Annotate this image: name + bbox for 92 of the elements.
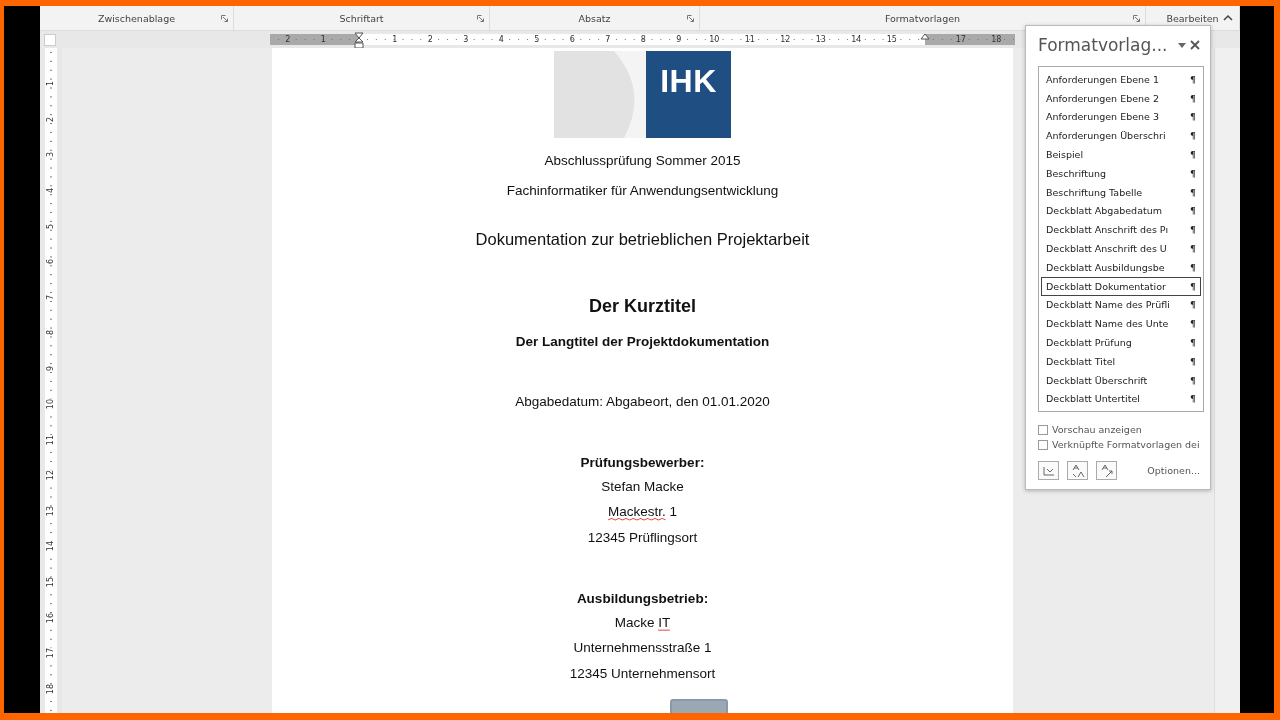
ruler-number: 13	[47, 505, 55, 516]
checkbox[interactable]	[1038, 439, 1048, 450]
new-style-icon[interactable]	[1038, 461, 1059, 481]
checkbox-label[interactable]: Vorschau anzeigen	[1052, 424, 1142, 436]
ruler-number: 2	[426, 35, 434, 44]
document-line: Dokumentation zur betrieblichen Projektarbeit	[475, 229, 810, 249]
style-item[interactable]: Deckblatt Untertitel ¶	[1041, 389, 1201, 409]
checkbox-label[interactable]: Verknüpfte Formatvorlagen dei	[1052, 439, 1200, 451]
style-item[interactable]: Deckblatt Abgabedatum ¶	[1041, 201, 1201, 221]
document-line: 12345 Prüflingsort	[587, 529, 698, 547]
style-item[interactable]: Deckblatt Name des Unte ¶	[1041, 314, 1201, 334]
ruler-number: 13	[814, 35, 827, 44]
document-line: Abgabedatum: Abgabeort, den 01.01.2020	[515, 393, 770, 411]
ribbon-group-label: Formatvorlagen	[884, 12, 961, 24]
style-item[interactable]: Deckblatt Ausbildungsbe ¶	[1041, 257, 1201, 277]
ruler-number: 14	[850, 35, 863, 44]
document-line: 12345 Unternehmensort	[569, 665, 716, 683]
style-item[interactable]: Deckblatt Anschrift des U ¶	[1041, 239, 1201, 258]
options-link[interactable]: Optionen...	[1147, 465, 1200, 477]
close-icon[interactable]	[1188, 40, 1202, 50]
style-item[interactable]: Deckblatt Name des Prüfli ¶	[1041, 295, 1201, 315]
ruler-number: 16	[47, 612, 55, 623]
dialog-launcher-icon[interactable]	[687, 15, 694, 22]
ribbon-group-label: Zwischenablage	[97, 12, 176, 24]
ruler-number: 4	[497, 35, 505, 44]
document-line: Abschlussprüfung Sommer 2015	[544, 152, 741, 170]
ruler-number: 7	[47, 294, 55, 300]
style-item[interactable]: Beschriftung Tabelle ¶	[1041, 182, 1201, 202]
dialog-launcher-icon[interactable]	[1133, 15, 1140, 22]
ruler-number: 5	[47, 223, 55, 229]
style-item[interactable]: Beschriftung ¶	[1041, 164, 1201, 183]
style-item[interactable]: Anforderungen Ebene 3 ¶	[1041, 107, 1201, 127]
ruler-number: 8	[639, 35, 647, 44]
ribbon-group-label: Absatz	[578, 12, 611, 24]
ruler-number: 9	[675, 35, 683, 44]
document-line: Unternehmensstraße 1	[573, 639, 712, 657]
ruler-number: 5	[533, 35, 541, 44]
ruler-number: 14	[47, 541, 55, 552]
ruler-number: 15	[885, 35, 898, 44]
document-line: Ausbildungsbetrieb:	[576, 590, 709, 608]
style-item[interactable]: Anforderungen Ebene 1 ¶	[1041, 70, 1201, 89]
dropdown-caret-icon[interactable]	[1176, 42, 1188, 48]
ruler-number: 3	[47, 152, 55, 158]
document-line: Mackestr. 1	[608, 503, 677, 522]
ruler-number: 17	[954, 35, 967, 44]
dialog-launcher-icon[interactable]	[221, 15, 228, 22]
style-item[interactable]: Deckblatt Überschrift ¶	[1041, 370, 1201, 390]
style-item[interactable]: Deckblatt Titel ¶	[1041, 351, 1201, 371]
style-item[interactable]: Anforderungen Überschri ¶	[1041, 126, 1201, 146]
ruler-number: 6	[47, 259, 55, 265]
ruler-number: 1	[47, 81, 55, 87]
ruler-number: 17	[47, 648, 55, 659]
ruler-number: 12	[47, 470, 55, 481]
document-line: Prüfungsbewerber:	[580, 454, 705, 472]
ruler-number: 7	[604, 35, 612, 44]
style-inspector-icon[interactable]	[1067, 461, 1088, 481]
document-line: Fachinformatiker für Anwendungsentwicklung	[506, 182, 779, 200]
ruler-number: 4	[47, 188, 55, 194]
ruler-number: 3	[462, 35, 470, 44]
logo-text: IHK	[660, 63, 717, 100]
document-line: Stefan Macke	[601, 478, 684, 496]
dialog-launcher-icon[interactable]	[477, 15, 484, 22]
style-item[interactable]: Deckblatt Anschrift des Pı ¶	[1041, 220, 1201, 240]
ruler-number: 15	[47, 577, 55, 588]
ruler-number: 2	[284, 35, 292, 44]
ruler-number: 11	[47, 434, 55, 445]
ruler-number: 18	[47, 683, 55, 694]
pane-title: Formatvorlag...	[1038, 35, 1169, 55]
ruler-number: 1	[391, 35, 399, 44]
ruler-number: 10	[708, 35, 721, 44]
ribbon-group-label: Schriftart	[339, 12, 384, 24]
ruler-number: 18	[990, 35, 1003, 44]
collapse-ribbon-icon[interactable]	[1222, 14, 1234, 22]
ruler-number: 6	[568, 35, 576, 44]
document-line: Macke IT	[614, 614, 671, 633]
ruler-number: 11	[743, 35, 756, 44]
ruler-number: 8	[47, 330, 55, 336]
document-line: Der Kurztitel	[589, 296, 696, 316]
style-item[interactable]: Beispiel ¶	[1041, 145, 1201, 164]
ribbon-group-label: Bearbeiten	[1166, 12, 1219, 24]
style-item[interactable]: Deckblatt Prüfung ¶	[1041, 333, 1201, 352]
document-line: Der Langtitel der Projektdokumentation	[515, 333, 770, 351]
ruler-number: 1	[319, 35, 327, 44]
ruler-number: 12	[779, 35, 792, 44]
ruler-number: 9	[47, 366, 55, 372]
style-item[interactable]: Anforderungen Ebene 2 ¶	[1041, 88, 1201, 108]
manage-styles-icon[interactable]	[1096, 461, 1117, 481]
indent-marker[interactable]	[354, 32, 364, 49]
ruler-number: 2	[47, 116, 55, 122]
ruler-number: 10	[47, 399, 55, 410]
checkbox[interactable]	[1038, 424, 1048, 435]
style-item[interactable]: Deckblatt Dokumentatior ¶	[1041, 276, 1201, 296]
